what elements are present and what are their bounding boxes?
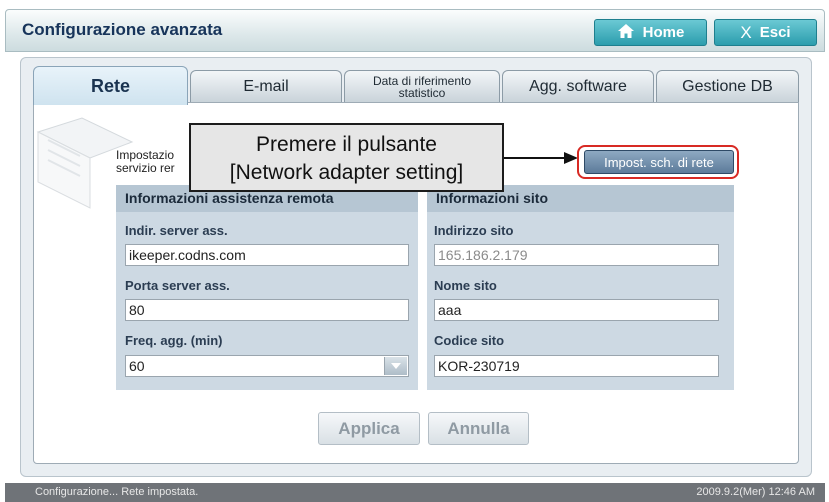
freq-select[interactable]: 60 <box>125 355 409 377</box>
top-strip <box>0 0 829 8</box>
tab-agg-software[interactable]: Agg. software <box>502 70 654 103</box>
home-label: Home <box>642 24 685 41</box>
home-button[interactable]: Home <box>594 19 707 46</box>
name-label: Nome sito <box>434 278 497 293</box>
freq-value: 60 <box>129 358 145 374</box>
freq-label: Freq. agg. (min) <box>125 333 223 348</box>
port-label: Porta server ass. <box>125 278 230 293</box>
instruction-callout: Premere il pulsante [Network adapter set… <box>189 123 504 192</box>
tab-rete[interactable]: Rete <box>33 66 188 105</box>
title-bar: Configurazione avanzata Home X Esci <box>5 9 825 52</box>
status-bar: Configurazione... Rete impostata. 2009.9… <box>5 483 825 502</box>
tab-gestione-db[interactable]: Gestione DB <box>656 70 799 103</box>
address-label: Indirizzo sito <box>434 223 514 238</box>
exit-button[interactable]: X Esci <box>714 19 817 46</box>
cancel-button[interactable]: Annulla <box>428 412 529 445</box>
chevron-down-icon[interactable] <box>384 357 407 375</box>
network-adapter-button[interactable]: Impost. sch. di rete <box>584 150 734 174</box>
status-datetime: 2009.9.2(Mer) 12:46 AM <box>696 486 815 498</box>
tab-data-riferimento[interactable]: Data di riferimento statistico <box>344 70 500 103</box>
arrow-right-icon <box>504 152 578 164</box>
server-input[interactable]: ikeeper.codns.com <box>125 244 409 266</box>
tab-email[interactable]: E-mail <box>190 70 342 103</box>
close-icon: X <box>740 22 752 42</box>
status-message: Configurazione... Rete impostata. <box>35 486 199 498</box>
exit-label: Esci <box>759 24 791 41</box>
home-icon <box>617 23 635 43</box>
site-name-input[interactable]: aaa <box>434 299 719 321</box>
port-input[interactable]: 80 <box>125 299 409 321</box>
settings-label: Impostazio servizio rer <box>116 149 175 175</box>
page-title: Configurazione avanzata <box>22 20 223 39</box>
server-label: Indir. server ass. <box>125 223 228 238</box>
address-input[interactable]: 165.186.2.179 <box>434 244 719 266</box>
site-code-input[interactable]: KOR-230719 <box>434 355 719 377</box>
code-label: Codice sito <box>434 333 505 348</box>
apply-button[interactable]: Applica <box>318 412 420 445</box>
